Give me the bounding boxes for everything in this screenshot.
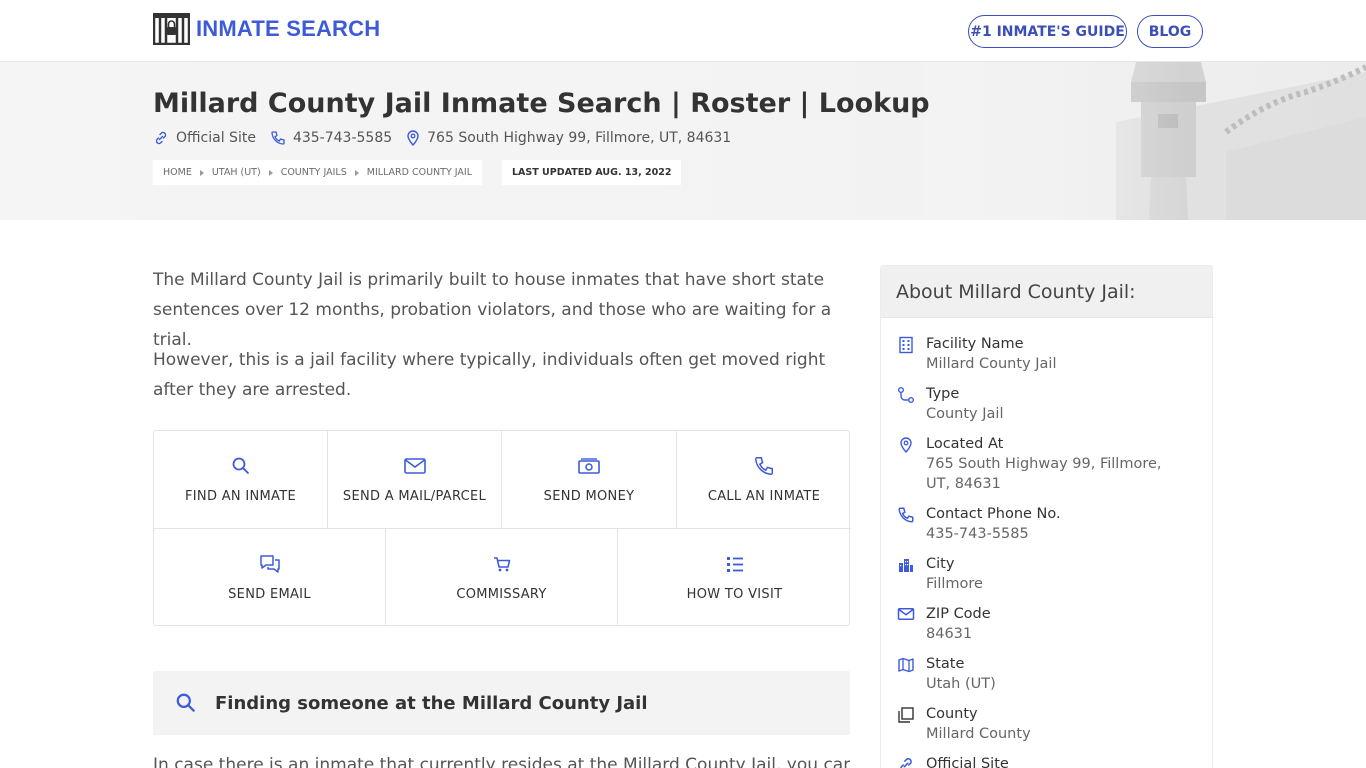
hero-banner: Millard County Jail Inmate Search | Rost… (0, 62, 1366, 220)
phone-icon (271, 131, 285, 145)
intro-paragraph-2: However, this is a jail facility where t… (153, 350, 826, 400)
fact-facility-name: Facility Name Millard County Jail (896, 334, 1186, 374)
fact-label: ZIP Code (926, 606, 991, 622)
envelope-icon (403, 458, 426, 474)
send-mail-label: SEND A MAIL/PARCEL (342, 489, 487, 504)
fact-official-site[interactable]: Official Site (896, 754, 1009, 768)
breadcrumb-current[interactable]: MILLARD COUNTY JAIL (367, 167, 472, 178)
fact-value: County Jail (926, 406, 1004, 422)
fact-value: 765 South Highway 99, Fillmore, UT, 8463… (926, 456, 1162, 492)
inmates-guide-button[interactable]: #1 INMATE'S GUIDE (968, 15, 1127, 48)
address-text: 765 South Highway 99, Fillmore, UT, 8463… (427, 130, 732, 146)
phone-link[interactable]: 435-743-5585 (270, 130, 392, 146)
search-icon (176, 693, 195, 712)
send-mail-tile[interactable]: SEND A MAIL/PARCEL (328, 431, 502, 529)
fact-label: City (926, 556, 955, 572)
fact-value: 435-743-5585 (926, 526, 1029, 542)
shopping-cart-icon (493, 557, 510, 572)
official-site-text: Official Site (176, 130, 256, 146)
breadcrumb-utah[interactable]: UTAH (UT) (212, 167, 261, 178)
copy-icon (898, 707, 914, 723)
search-icon (232, 457, 249, 474)
fact-county: County Millard County (896, 704, 1186, 744)
breadcrumb-separator-icon (268, 169, 273, 176)
fact-value: 84631 (926, 626, 973, 642)
blog-button[interactable]: BLOG (1137, 15, 1203, 48)
page-title: Millard County Jail Inmate Search | Rost… (153, 88, 930, 119)
logo-link[interactable]: INMATE SEARCH (153, 13, 380, 45)
find-inmate-label: FIND AN INMATE (185, 489, 296, 504)
fact-value: Millard County (926, 726, 1031, 742)
send-money-label: SEND MONEY (543, 489, 635, 504)
route-icon (898, 387, 914, 403)
fact-value: Millard County Jail (926, 356, 1057, 372)
location-pin-icon (407, 130, 419, 146)
fact-value: Fillmore (926, 576, 983, 592)
chat-bubbles-icon (259, 555, 280, 573)
send-email-tile[interactable]: SEND EMAIL (154, 529, 386, 626)
fact-label: State (926, 656, 965, 672)
official-site-link[interactable]: Official Site (153, 130, 256, 146)
finding-section-header: Finding someone at the Millard County Ja… (153, 671, 850, 735)
fact-label: Located At (926, 436, 1004, 452)
fact-label: Facility Name (926, 336, 1024, 352)
call-inmate-label: CALL AN INMATE (707, 489, 821, 504)
jail-logo-icon (153, 13, 190, 45)
call-inmate-tile[interactable]: CALL AN INMATE (677, 431, 851, 529)
list-icon (726, 557, 743, 572)
breadcrumb-county-jails[interactable]: COUNTY JAILS (281, 167, 347, 178)
last-updated-badge: LAST UPDATED AUG. 13, 2022 (502, 160, 682, 185)
commissary-label: COMMISSARY (456, 587, 547, 602)
sidebar-title: About Millard County Jail: (881, 266, 1212, 318)
fact-state: State Utah (UT) (896, 654, 1186, 694)
link-icon (900, 758, 912, 768)
finding-section-title: Finding someone at the Millard County Ja… (215, 692, 648, 714)
find-inmate-tile[interactable]: FIND AN INMATE (154, 431, 328, 529)
map-icon (898, 657, 914, 673)
city-icon (899, 559, 913, 572)
breadcrumb-separator-icon (199, 169, 204, 176)
fact-located-at: Located At 765 South Highway 99, Fillmore… (896, 434, 1186, 494)
how-to-visit-tile[interactable]: HOW TO VISIT (618, 529, 851, 626)
prison-tower-illustration (926, 62, 1366, 220)
fact-value: Utah (UT) (926, 676, 996, 692)
link-icon (155, 131, 167, 145)
finding-paragraph: In case there is an inmate that currentl… (153, 755, 850, 768)
intro-paragraph-1: The Millard County Jail is primarily bui… (153, 270, 832, 350)
address-item: 765 South Highway 99, Fillmore, UT, 8463… (406, 130, 731, 146)
breadcrumb: HOME UTAH (UT) COUNTY JAILS MILLARD COUN… (153, 160, 483, 185)
breadcrumb-separator-icon (354, 169, 359, 176)
actions-grid: FIND AN INMATE SEND A MAIL/PARCEL SEND M… (153, 430, 851, 626)
envelope-icon (897, 608, 915, 620)
contact-meta-row: Official Site 435-743-5585 765 South Hig… (153, 130, 745, 146)
how-to-visit-label: HOW TO VISIT (686, 587, 783, 602)
breadcrumb-home[interactable]: HOME (163, 167, 192, 178)
building-icon (899, 336, 913, 354)
fact-contact-phone: Contact Phone No. 435-743-5585 (896, 504, 1186, 544)
fact-label: Official Site (926, 756, 1009, 768)
top-navbar: INMATE SEARCH #1 INMATE'S GUIDE BLOG (0, 0, 1366, 62)
send-email-label: SEND EMAIL (228, 587, 311, 602)
phone-icon (898, 507, 914, 523)
money-icon (578, 458, 600, 474)
logo-text: INMATE SEARCH (196, 16, 381, 41)
fact-type: Type County Jail (896, 384, 1186, 424)
fact-label: County (926, 706, 978, 722)
phone-icon (754, 456, 774, 476)
phone-text: 435-743-5585 (292, 130, 393, 146)
location-pin-icon (900, 437, 912, 454)
fact-label: Contact Phone No. (926, 506, 1061, 522)
fact-label: Type (926, 386, 960, 402)
commissary-tile[interactable]: COMMISSARY (386, 529, 618, 626)
fact-city: City Fillmore (896, 554, 1186, 594)
send-money-tile[interactable]: SEND MONEY (502, 431, 677, 529)
about-jail-sidebar: About Millard County Jail: Facility Name… (880, 265, 1213, 768)
fact-zip-code: ZIP Code 84631 (896, 604, 1186, 644)
